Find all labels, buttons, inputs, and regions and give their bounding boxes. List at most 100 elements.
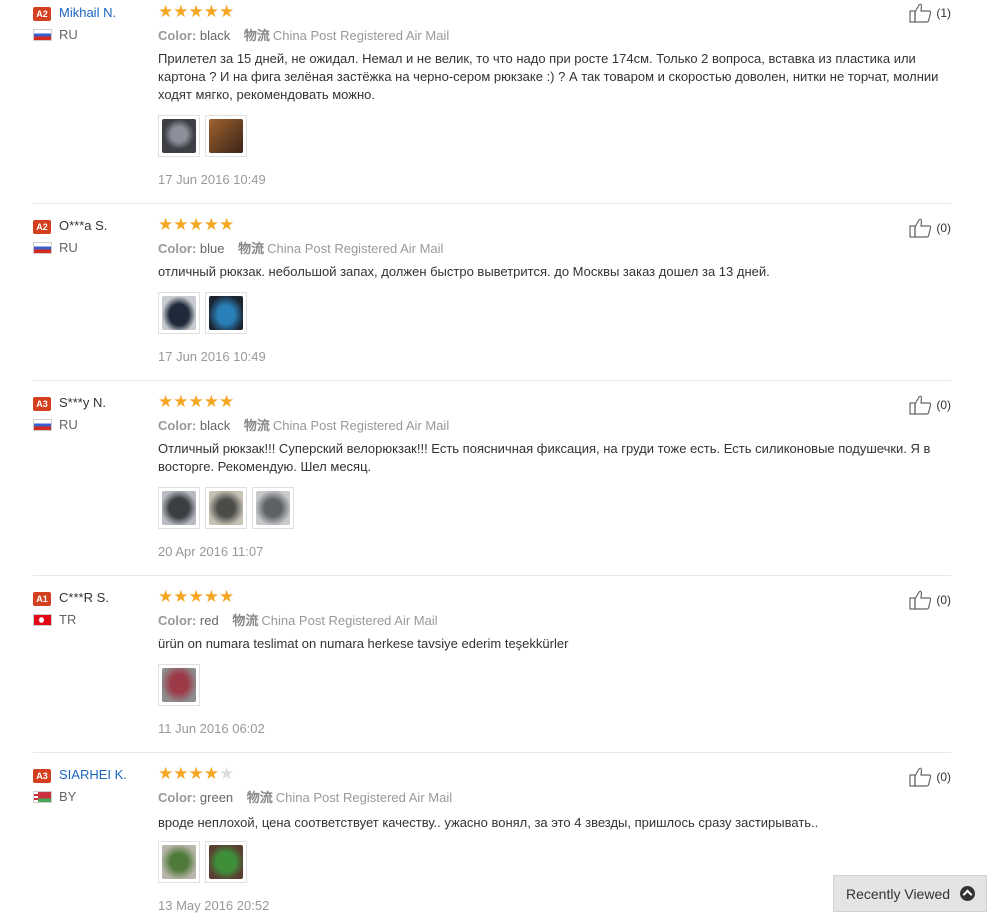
star-icon: ★	[173, 215, 189, 234]
star-icon: ★	[173, 764, 189, 783]
star-icon: ★	[188, 587, 204, 606]
reviewer-country: BY	[59, 789, 77, 804]
review-item: A2 Mikhail N. RU ★★★★★ Color: black 物流 Ch…	[33, 0, 951, 204]
shipping-method: China Post Registered Air Mail	[272, 418, 450, 433]
thumbs-up-icon[interactable]	[909, 395, 933, 415]
thumbs-up-icon[interactable]	[909, 3, 933, 23]
star-rating: ★★★★★	[158, 215, 234, 235]
review-photos	[158, 115, 247, 157]
star-rating: ★★★★★	[158, 392, 234, 412]
star-rating: ★★★★★	[158, 2, 234, 22]
thumbs-up-icon[interactable]	[909, 590, 933, 610]
review-date: 13 May 2016 20:52	[158, 898, 270, 913]
review-text: вроде неплохой, цена соответствует качес…	[158, 815, 819, 830]
reviewer-name: S***y N.	[59, 395, 106, 410]
color-label: Color:	[158, 28, 197, 43]
helpful-count: (0)	[936, 593, 951, 607]
order-info: Color: black 物流 China Post Registered Air…	[158, 415, 449, 434]
russia-flag-icon	[33, 242, 52, 254]
logistics-icon: 物流	[243, 28, 270, 43]
review-item: A3 SIARHEI K. BY ★★★★★ Color: green 物流 Ch…	[33, 762, 951, 913]
review-photo-thumbnail[interactable]	[252, 487, 294, 529]
belarus-flag-icon	[33, 791, 52, 803]
star-icon: ★	[188, 2, 204, 21]
buyer-level-badge: A3	[33, 769, 51, 783]
color-label: Color:	[158, 790, 197, 805]
logistics-icon: 物流	[243, 418, 270, 433]
review-photo-thumbnail[interactable]	[205, 487, 247, 529]
review-photo-thumbnail[interactable]	[158, 841, 200, 883]
thumbs-up-icon[interactable]	[909, 767, 933, 787]
star-icon: ★	[219, 215, 235, 234]
star-rating: ★★★★★	[158, 764, 234, 784]
star-icon: ★	[203, 215, 219, 234]
review-photo-thumbnail[interactable]	[205, 292, 247, 334]
recently-viewed-label: Recently Viewed	[846, 885, 951, 902]
review-photos	[158, 841, 247, 883]
helpful-vote[interactable]: (0)	[909, 218, 951, 238]
order-info: Color: red 物流 China Post Registered Air M…	[158, 610, 438, 629]
review-item: A3 S***y N. RU ★★★★★ Color: black 物流 Chin…	[33, 390, 951, 576]
review-photo-thumbnail[interactable]	[205, 841, 247, 883]
review-item: A1 C***R S. TR ★★★★★ Color: red 物流 China …	[33, 585, 951, 753]
helpful-vote[interactable]: (0)	[909, 395, 951, 415]
reviewer-name[interactable]: SIARHEI K.	[59, 767, 127, 782]
star-icon: ★	[219, 392, 235, 411]
helpful-count: (0)	[936, 770, 951, 784]
helpful-vote[interactable]: (1)	[909, 3, 951, 23]
review-text: ürün on numara teslimat on numara herkes…	[158, 636, 569, 651]
order-info: Color: blue 物流 China Post Registered Air …	[158, 238, 443, 257]
helpful-count: (0)	[936, 398, 951, 412]
shipping-method: China Post Registered Air Mail	[275, 790, 453, 805]
order-info: Color: black 物流 China Post Registered Air…	[158, 25, 449, 44]
star-icon: ★	[203, 392, 219, 411]
star-icon: ★	[173, 587, 189, 606]
review-photo-thumbnail[interactable]	[158, 115, 200, 157]
reviewer-name: C***R S.	[59, 590, 109, 605]
shipping-method: China Post Registered Air Mail	[272, 28, 450, 43]
logistics-icon: 物流	[246, 790, 273, 805]
review-photo-thumbnail[interactable]	[158, 487, 200, 529]
russia-flag-icon	[33, 419, 52, 431]
review-text: отличный рюкзак. небольшой запах, должен…	[158, 264, 770, 279]
color-label: Color:	[158, 418, 197, 433]
review-photos	[158, 292, 247, 334]
color-value: black	[199, 28, 231, 43]
reviewer-country: RU	[59, 240, 78, 255]
star-icon: ★	[203, 587, 219, 606]
shipping-method: China Post Registered Air Mail	[267, 241, 444, 256]
color-value: black	[199, 418, 231, 433]
helpful-vote[interactable]: (0)	[909, 767, 951, 787]
reviewer-name[interactable]: Mikhail N.	[59, 5, 116, 20]
star-icon: ★	[188, 764, 204, 783]
order-info: Color: green 物流 China Post Registered Air…	[158, 787, 452, 806]
review-text: Отличный рюкзак!!! Суперский велорюкзак!…	[158, 441, 931, 474]
review-photo-thumbnail[interactable]	[158, 664, 200, 706]
star-icon: ★	[158, 392, 174, 411]
star-rating: ★★★★★	[158, 587, 234, 607]
thumbs-up-icon[interactable]	[909, 218, 933, 238]
review-date: 11 Jun 2016 06:02	[158, 721, 265, 736]
helpful-count: (0)	[936, 221, 951, 235]
review-item: A2 O***a S. RU ★★★★★ Color: blue 物流 China…	[33, 213, 951, 381]
star-icon: ★	[173, 392, 189, 411]
star-icon: ★	[158, 2, 174, 21]
color-label: Color:	[158, 613, 197, 628]
review-date: 17 Jun 2016 10:49	[158, 172, 266, 187]
turkey-flag-icon	[33, 614, 52, 626]
helpful-count: (1)	[936, 6, 951, 20]
review-date: 17 Jun 2016 10:49	[158, 349, 266, 364]
star-empty-icon: ★	[219, 764, 235, 783]
review-photo-thumbnail[interactable]	[158, 292, 200, 334]
star-icon: ★	[188, 215, 204, 234]
color-value: red	[199, 613, 219, 628]
buyer-level-badge: A3	[33, 397, 51, 411]
logistics-icon: 物流	[238, 241, 265, 256]
russia-flag-icon	[33, 29, 52, 41]
review-photo-thumbnail[interactable]	[205, 115, 247, 157]
shipping-method: China Post Registered Air Mail	[261, 613, 438, 628]
star-icon: ★	[188, 392, 204, 411]
star-icon: ★	[203, 2, 219, 21]
helpful-vote[interactable]: (0)	[909, 590, 951, 610]
recently-viewed-button[interactable]: Recently Viewed	[833, 875, 987, 912]
